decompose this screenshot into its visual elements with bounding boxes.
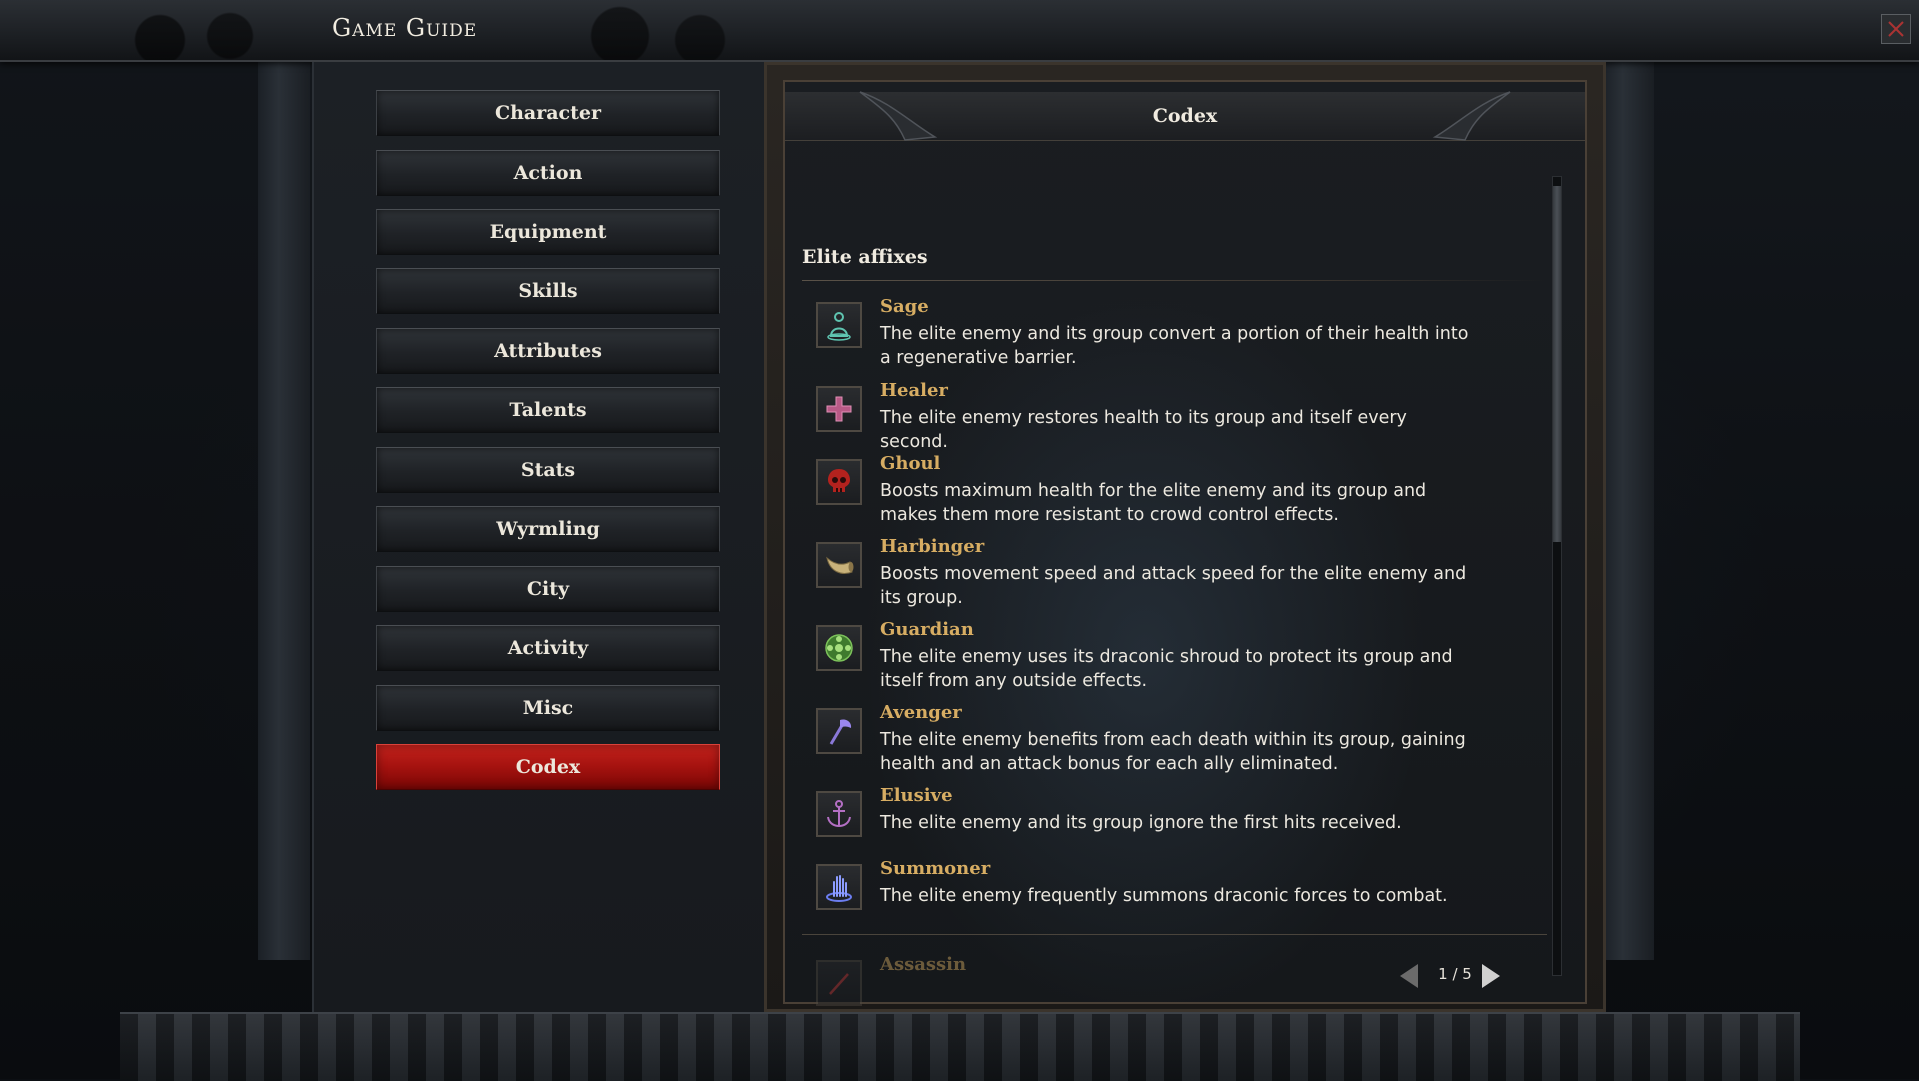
affix-name: Elusive	[880, 785, 953, 806]
affix-description: The elite enemy and its group ignore the…	[880, 813, 1402, 833]
affix-name: Summoner	[880, 858, 991, 879]
nav-item-equipment[interactable]: Equipment	[376, 209, 720, 255]
close-button[interactable]	[1881, 14, 1911, 44]
affix-description: The elite enemy frequently summons draco…	[880, 886, 1448, 906]
title-bar: Game Guide	[0, 0, 1919, 62]
affix-description: The elite enemy restores health to its g…	[880, 408, 1407, 452]
page-indicator: 1 / 5	[1438, 965, 1472, 983]
next-page-arrow-icon[interactable]	[1482, 964, 1500, 988]
affix-name: Guardian	[880, 619, 974, 640]
dagger-icon	[829, 973, 849, 995]
section-divider	[802, 280, 1547, 281]
nav-item-wyrmling[interactable]: Wyrmling	[376, 506, 720, 552]
nav-item-activity[interactable]: Activity	[376, 625, 720, 671]
nav-item-stats[interactable]: Stats	[376, 447, 720, 493]
affix-name: Sage	[880, 296, 929, 317]
nav-item-attributes[interactable]: Attributes	[376, 328, 720, 374]
affix-name: Avenger	[880, 702, 962, 723]
summoning-hand-icon	[826, 875, 852, 902]
nav-item-misc[interactable]: Misc	[376, 685, 720, 731]
affix-name: Assassin	[880, 954, 967, 975]
left-pillar	[258, 60, 310, 960]
affix-name: Ghoul	[880, 453, 941, 474]
pagination: 1 / 5	[1400, 960, 1500, 990]
affix-description: The elite enemy uses its draconic shroud…	[880, 647, 1453, 691]
horn-icon	[826, 556, 854, 574]
affix-name: Healer	[880, 380, 948, 401]
green-shield-emblem-icon	[825, 634, 853, 662]
dragon-wing-right-icon	[1432, 91, 1511, 141]
window-title: Game Guide	[332, 14, 478, 42]
close-icon	[1888, 21, 1904, 37]
left-backdrop	[0, 60, 258, 960]
cross-icon	[826, 396, 852, 422]
red-skull-icon	[828, 469, 850, 492]
meditating-figure-icon	[827, 312, 851, 341]
nav-item-talents[interactable]: Talents	[376, 387, 720, 433]
affix-name: Harbinger	[880, 536, 985, 557]
nav-item-codex[interactable]: Codex	[376, 744, 720, 790]
nav-item-skills[interactable]: Skills	[376, 268, 720, 314]
dragon-wing-left-icon	[859, 91, 938, 141]
right-pillar	[1602, 60, 1654, 960]
anchor-icon	[827, 800, 851, 828]
bottom-ornament	[120, 1012, 1800, 1081]
list-divider	[802, 934, 1547, 935]
section-title: Elite affixes	[802, 246, 928, 268]
nav-item-character[interactable]: Character	[376, 90, 720, 136]
affix-description: Boosts movement speed and attack speed f…	[880, 564, 1467, 608]
affix-description: The elite enemy benefits from each death…	[880, 730, 1466, 774]
previous-page-arrow-icon[interactable]	[1400, 964, 1418, 988]
affix-description: The elite enemy and its group convert a …	[880, 324, 1469, 368]
nav-item-city[interactable]: City	[376, 566, 720, 612]
nav-item-action[interactable]: Action	[376, 150, 720, 196]
purple-axe-icon	[829, 719, 852, 745]
affix-description: Boosts maximum health for the elite enem…	[880, 481, 1427, 525]
scrollbar-thumb[interactable]	[1553, 186, 1561, 542]
